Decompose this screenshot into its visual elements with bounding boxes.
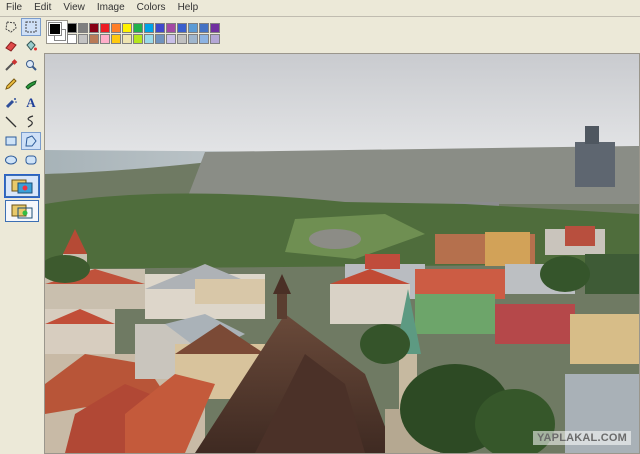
- palette-swatch[interactable]: [133, 34, 143, 44]
- text-tool[interactable]: A: [22, 95, 40, 111]
- curve-tool[interactable]: [22, 114, 40, 130]
- rectangle-icon: [5, 136, 17, 146]
- rect-select-tool[interactable]: [21, 18, 41, 36]
- palette-swatch[interactable]: [111, 34, 121, 44]
- eyedropper-tool[interactable]: [2, 57, 20, 73]
- fill-bucket-icon: [26, 40, 37, 51]
- pencil-icon: [5, 78, 17, 90]
- menu-bar: File Edit View Image Colors Help: [0, 0, 640, 17]
- palette-swatch[interactable]: [210, 23, 220, 33]
- drawing-canvas[interactable]: YAPLAKAL.COM: [44, 53, 640, 454]
- transparent-selection-icon: [11, 204, 33, 219]
- color-palette: [44, 17, 640, 53]
- eraser-icon: [5, 41, 17, 52]
- palette-swatch[interactable]: [166, 23, 176, 33]
- palette-swatch[interactable]: [177, 23, 187, 33]
- palette-swatch[interactable]: [78, 23, 88, 33]
- rounded-rect-tool[interactable]: [22, 152, 40, 168]
- magnifier-icon: [26, 60, 37, 71]
- palette-swatch[interactable]: [210, 34, 220, 44]
- palette-swatch[interactable]: [188, 34, 198, 44]
- menu-help[interactable]: Help: [172, 0, 205, 16]
- opaque-selection-option[interactable]: [4, 174, 40, 198]
- palette-swatch[interactable]: [166, 34, 176, 44]
- palette-swatch[interactable]: [177, 34, 187, 44]
- line-icon: [5, 116, 17, 128]
- palette-swatch[interactable]: [133, 23, 143, 33]
- free-form-select-tool[interactable]: [2, 19, 20, 35]
- menu-image[interactable]: Image: [91, 0, 131, 16]
- rounded-rect-icon: [25, 155, 37, 165]
- palette-swatch[interactable]: [67, 23, 77, 33]
- palette-swatch[interactable]: [199, 34, 209, 44]
- palette-swatch[interactable]: [67, 34, 77, 44]
- airbrush-icon: [5, 98, 17, 109]
- curve-icon: [27, 115, 34, 128]
- palette-swatch[interactable]: [89, 23, 99, 33]
- palette-swatch[interactable]: [100, 23, 110, 33]
- aerial-city-photo: [45, 54, 639, 453]
- opaque-selection-icon: [11, 179, 33, 194]
- palette-swatch[interactable]: [122, 34, 132, 44]
- palette-swatch[interactable]: [155, 23, 165, 33]
- palette-swatch[interactable]: [100, 34, 110, 44]
- text-icon: A: [26, 95, 36, 110]
- brush-icon: [25, 80, 37, 90]
- eyedropper-icon: [5, 59, 18, 71]
- ellipse-tool[interactable]: [2, 152, 20, 168]
- foreground-color-swatch[interactable]: [48, 22, 62, 36]
- airbrush-tool[interactable]: [2, 95, 20, 111]
- transparent-selection-option[interactable]: [5, 200, 39, 222]
- palette-swatch[interactable]: [122, 23, 132, 33]
- palette-swatch[interactable]: [111, 23, 121, 33]
- menu-colors[interactable]: Colors: [131, 0, 172, 16]
- magnifier-tool[interactable]: [22, 57, 40, 73]
- menu-edit[interactable]: Edit: [28, 0, 57, 16]
- brush-tool[interactable]: [22, 76, 40, 92]
- fill-bucket-tool[interactable]: [22, 38, 40, 54]
- rectangle-tool[interactable]: [2, 133, 20, 149]
- palette-swatch[interactable]: [188, 23, 198, 33]
- palette-swatch[interactable]: [78, 34, 88, 44]
- polygon-tool[interactable]: [21, 132, 41, 150]
- rect-select-icon: [25, 21, 37, 33]
- palette-swatch[interactable]: [144, 34, 154, 44]
- toolbox: A: [0, 17, 45, 454]
- menu-file[interactable]: File: [0, 0, 28, 16]
- free-form-select-icon: [5, 21, 17, 33]
- palette-swatch[interactable]: [89, 34, 99, 44]
- palette-swatches: [67, 23, 220, 44]
- palette-swatch[interactable]: [199, 23, 209, 33]
- palette-swatch[interactable]: [155, 34, 165, 44]
- current-colors[interactable]: [46, 20, 68, 44]
- watermark-text: YAPLAKAL.COM: [533, 431, 631, 445]
- menu-view[interactable]: View: [57, 0, 91, 16]
- eraser-tool[interactable]: [2, 38, 20, 54]
- polygon-icon: [25, 135, 37, 147]
- line-tool[interactable]: [2, 114, 20, 130]
- palette-swatch[interactable]: [144, 23, 154, 33]
- ellipse-icon: [5, 155, 17, 165]
- pencil-tool[interactable]: [2, 76, 20, 92]
